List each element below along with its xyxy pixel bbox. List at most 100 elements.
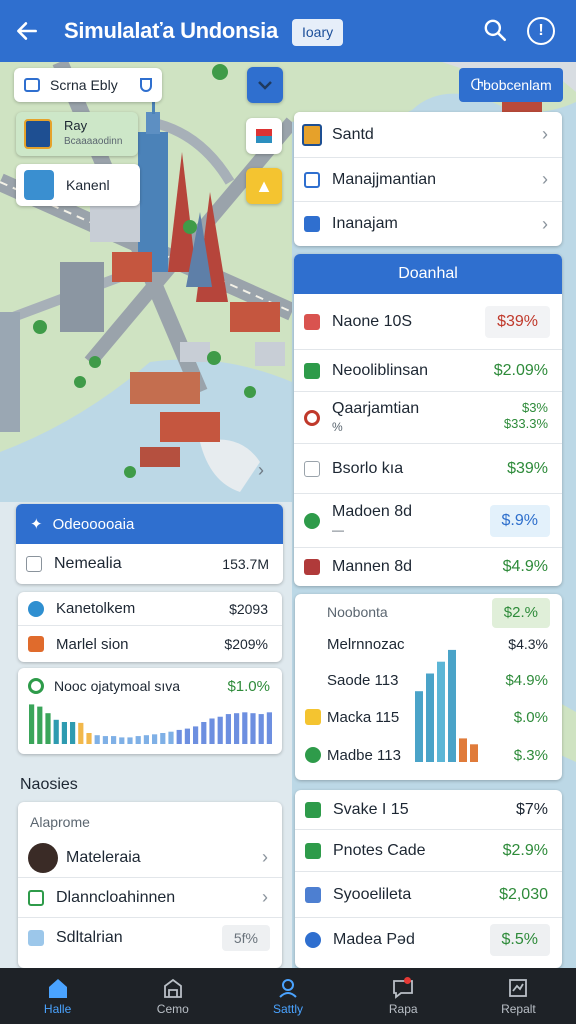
bar	[53, 719, 59, 744]
stats-row[interactable]: Madbe 113	[327, 747, 401, 764]
card-icon	[28, 636, 44, 652]
summary-list-row[interactable]: Pnotes Cade $2.9%	[295, 830, 562, 872]
stats-row[interactable]: Saode 113	[327, 672, 398, 689]
nav-reports[interactable]: Rapa	[346, 968, 461, 1024]
nav-game[interactable]: Cemo	[115, 968, 230, 1024]
overview-row-value-top: $3%	[521, 400, 548, 415]
bar	[225, 714, 231, 744]
overview-row-label: Bsorlo kıa	[332, 459, 404, 477]
bar	[61, 722, 67, 744]
summary-list-row[interactable]: Svake I 15 $7%	[295, 790, 562, 830]
overview-row[interactable]: Naone 10S $39%	[294, 294, 562, 350]
summary-list-label: Pnotes Cade	[333, 841, 426, 859]
bar	[143, 735, 149, 744]
nav-report[interactable]: Repalt	[461, 968, 576, 1024]
bar	[127, 737, 133, 744]
bar	[168, 731, 174, 744]
flag-icon	[256, 129, 272, 143]
nav-label: Repalt	[501, 1001, 536, 1016]
overview-row[interactable]: Bsorlo kıa $39%	[294, 444, 562, 494]
menu-item-inanajam[interactable]: Inanajam ›	[294, 202, 562, 246]
summary-list-value: $2.9%	[502, 841, 548, 859]
stats-panel: Noobonta $2.% Melrnnozac $4.3% Saode 113…	[295, 594, 562, 780]
overview-row[interactable]: Qaarjamtian % $3% $33.3%	[294, 392, 562, 444]
back-arrow-icon[interactable]	[14, 18, 40, 44]
bar	[234, 713, 240, 744]
bar	[176, 729, 182, 744]
stats-row-value: $4.3%	[508, 636, 548, 652]
stats-row[interactable]: Macka 115	[327, 709, 399, 726]
bar	[459, 738, 467, 762]
people-row[interactable]: Mateleraia ›	[18, 838, 282, 878]
chevron-right-icon: ›	[542, 169, 548, 189]
region-card-subtitle: Bcaaaaodinn	[64, 136, 123, 147]
overview-panel: Doanhal Naone 10S $39% Neooliblinsan $2.…	[294, 254, 562, 586]
finance-row-label: Kanetolkem	[56, 600, 136, 617]
overview-row[interactable]: Madoen 8d — $.9%	[294, 494, 562, 548]
overview-row-value: $39%	[507, 459, 548, 477]
menu-item-santd[interactable]: Santd ›	[294, 112, 562, 158]
summary-list-row[interactable]: Madea Pəd $.5%	[295, 918, 562, 962]
summary-list-label: Syooelileta	[333, 885, 412, 903]
app-bar: Simulalaťa Undonsia Ioary !	[0, 0, 576, 62]
info-icon[interactable]: !	[527, 17, 555, 45]
check-circle-icon	[305, 747, 321, 763]
bar	[437, 661, 445, 762]
nav-home[interactable]: Halle	[0, 968, 115, 1024]
region-card-kanenl[interactable]: Kanenl	[16, 164, 140, 206]
overview-row-value: $2.09%	[493, 361, 548, 379]
document-icon	[304, 171, 320, 188]
nav-label: Sattly	[273, 1001, 304, 1016]
top-right-button[interactable]: Ⴇbobcenlam	[459, 68, 563, 102]
finance-row[interactable]: Marlel sion $209%	[18, 626, 282, 662]
map-layers-button[interactable]	[247, 67, 283, 103]
bar	[160, 733, 166, 744]
map-expand-chevron-icon[interactable]: ›	[258, 460, 264, 481]
city-chip[interactable]: Scrna Ebly	[14, 68, 162, 102]
overview-row-label: Mannen 8d	[332, 558, 413, 575]
region-card-ray[interactable]: Ray Bcaaaaodinn	[16, 112, 138, 156]
people-row[interactable]: Dlanncloahinnen ›	[18, 878, 282, 918]
menu-item-label: Inanajam	[332, 215, 398, 232]
map-layers-icon	[258, 81, 272, 90]
finance-row[interactable]: Kanetolkem $2093	[18, 592, 282, 626]
bar	[45, 713, 51, 744]
notification-dot	[403, 977, 411, 984]
flag-button[interactable]	[246, 118, 282, 154]
bar	[193, 726, 199, 744]
stats-row-value: $.3%	[513, 747, 548, 764]
coin-icon	[28, 600, 44, 617]
overview-row[interactable]: Mannen 8d $4.9%	[294, 548, 562, 586]
overview-row[interactable]: Neooliblinsan $2.09%	[294, 350, 562, 392]
refresh-icon	[28, 678, 44, 694]
region-card-title: Ray	[64, 118, 88, 133]
search-icon[interactable]	[482, 17, 508, 43]
chevron-right-icon: ›	[262, 847, 268, 867]
city-map[interactable]: Scrna Ebly Ray Bcaaaaodinn Kanenl ▲ ›	[0, 62, 292, 502]
bar-chart	[29, 704, 272, 744]
region-badge[interactable]: Ioary	[292, 19, 344, 46]
bar	[242, 712, 248, 744]
edit-icon	[304, 559, 320, 575]
building-icon	[163, 978, 182, 998]
bar	[135, 736, 141, 744]
menu-item-label: Manajjmantian	[332, 170, 437, 188]
coin-icon	[305, 932, 321, 948]
bar	[111, 736, 117, 744]
alert-button[interactable]: ▲	[246, 168, 282, 204]
overview-row-label: Naone 10S	[332, 312, 413, 330]
people-row[interactable]: Sdltalrian 5f%	[18, 918, 282, 958]
stats-title: Noobonta	[327, 604, 388, 620]
menu-item-manajjmantian[interactable]: Manajjmantian ›	[294, 158, 562, 202]
stats-row[interactable]: Melrnnozac	[327, 636, 405, 653]
summary-row[interactable]: Nemealia 153.7M	[16, 544, 283, 584]
nav-label: Rapa	[388, 1001, 418, 1016]
bar	[209, 718, 215, 744]
bar	[152, 734, 158, 744]
overview-row-value: $39%	[485, 305, 550, 338]
summary-list-panel: Svake I 15 $7% Pnotes Cade $2.9% Syooeli…	[295, 790, 562, 968]
summary-list-row[interactable]: Syooelileta $2,030	[295, 872, 562, 918]
bar	[94, 735, 100, 744]
nav-safety[interactable]: Sattly	[230, 968, 345, 1024]
bar	[86, 733, 92, 744]
